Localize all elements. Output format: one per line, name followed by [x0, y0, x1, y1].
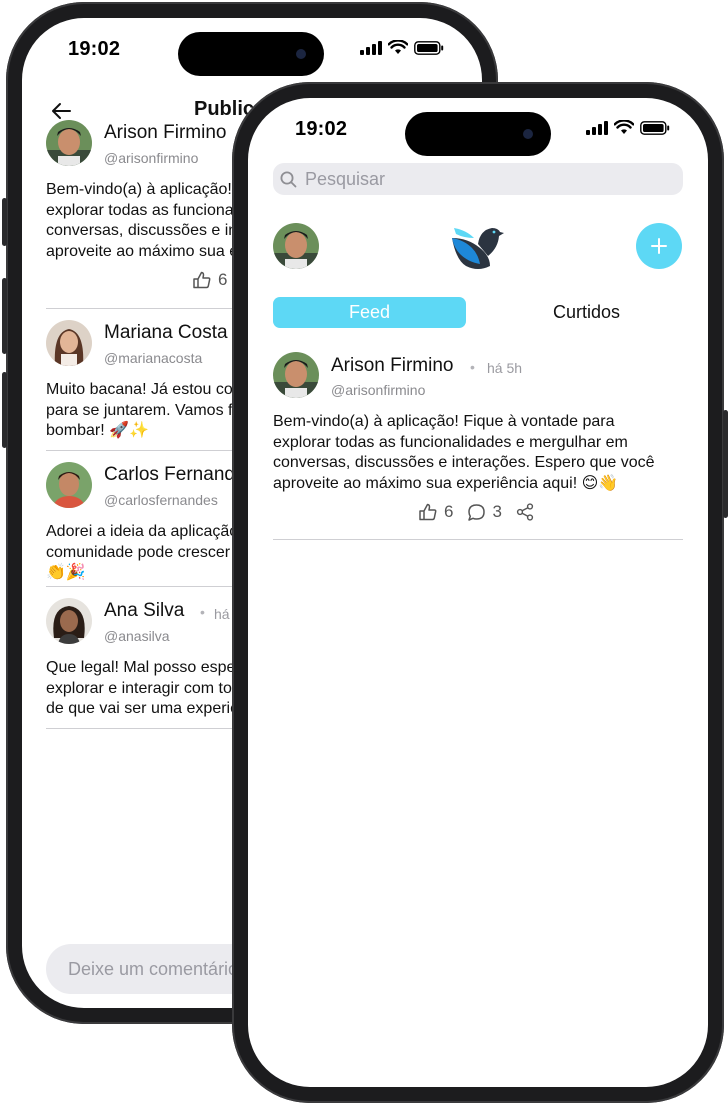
- dynamic-island: [178, 32, 324, 76]
- post-author-handle[interactable]: @anasilva: [104, 628, 170, 644]
- avatar[interactable]: [46, 120, 92, 166]
- plus-icon: [651, 238, 667, 254]
- post-text: Bem-vindo(a) à aplicação! Fique à vontad…: [273, 413, 655, 492]
- tab-feed[interactable]: Feed: [273, 297, 466, 328]
- new-post-button[interactable]: [636, 223, 682, 269]
- post-author-handle[interactable]: @arisonfirmino: [104, 150, 198, 166]
- avatar[interactable]: [273, 352, 319, 398]
- post-author-name[interactable]: Mariana Costa: [104, 322, 228, 344]
- wifi-icon: [614, 120, 634, 134]
- status-time: 19:02: [295, 118, 348, 140]
- battery-icon: [640, 120, 670, 135]
- status-icons: [586, 120, 670, 135]
- post-actions: 6 3: [418, 502, 548, 522]
- avatar[interactable]: [46, 462, 92, 508]
- battery-icon: [414, 40, 444, 55]
- tab-curtidos[interactable]: Curtidos: [490, 297, 683, 328]
- signal-icon: [586, 120, 608, 135]
- avatar[interactable]: [46, 320, 92, 366]
- search-placeholder: Pesquisar: [305, 168, 386, 189]
- post-author-handle[interactable]: @arisonfirmino: [331, 382, 425, 398]
- share-button[interactable]: [516, 503, 534, 521]
- post-author-handle[interactable]: @carlosfernandes: [104, 492, 218, 508]
- volume-up-button: [2, 278, 7, 354]
- comment-icon: [468, 503, 486, 521]
- post-author-name[interactable]: Ana Silva: [104, 600, 184, 622]
- dynamic-island: [405, 112, 551, 156]
- post-time: há: [214, 606, 230, 622]
- avatar[interactable]: [46, 598, 92, 644]
- post-author-handle[interactable]: @marianacosta: [104, 350, 202, 366]
- separator-dot: •: [200, 604, 205, 620]
- like-count: 6: [218, 270, 228, 289]
- profile-avatar[interactable]: [273, 223, 319, 269]
- post-divider: [273, 539, 683, 540]
- search-input[interactable]: Pesquisar: [273, 163, 683, 195]
- camera-icon: [296, 49, 306, 59]
- post-time: há 5h: [487, 360, 523, 376]
- comment-count: 3: [492, 502, 502, 521]
- separator-dot: •: [470, 359, 475, 375]
- search-icon: [280, 171, 297, 187]
- like-icon: [419, 503, 437, 521]
- status-time: 19:02: [68, 38, 121, 60]
- comment-button[interactable]: 3: [467, 502, 502, 522]
- signal-icon: [360, 40, 382, 55]
- post-author-name[interactable]: Arison Firmino: [331, 355, 453, 377]
- back-arrow-icon[interactable]: [50, 102, 72, 120]
- like-button[interactable]: 6: [418, 502, 453, 522]
- bird-logo-icon: [452, 228, 504, 269]
- power-button: [723, 410, 728, 518]
- wifi-icon: [388, 40, 408, 54]
- like-button[interactable]: 6: [192, 270, 227, 290]
- camera-icon: [523, 129, 533, 139]
- comment-placeholder: Deixe um comentário: [68, 958, 239, 979]
- action-button: [2, 198, 7, 246]
- front-phone-frame: 19:02 Pesquisar Feed Curtidos Arison Fir…: [232, 82, 728, 1103]
- post-author-name[interactable]: Arison Firmino: [104, 122, 226, 144]
- like-icon: [193, 271, 211, 289]
- status-icons: [360, 40, 444, 55]
- front-screen: 19:02 Pesquisar Feed Curtidos Arison Fir…: [248, 98, 708, 1087]
- share-icon: [516, 503, 534, 521]
- volume-down-button: [2, 372, 7, 448]
- like-count: 6: [444, 502, 454, 521]
